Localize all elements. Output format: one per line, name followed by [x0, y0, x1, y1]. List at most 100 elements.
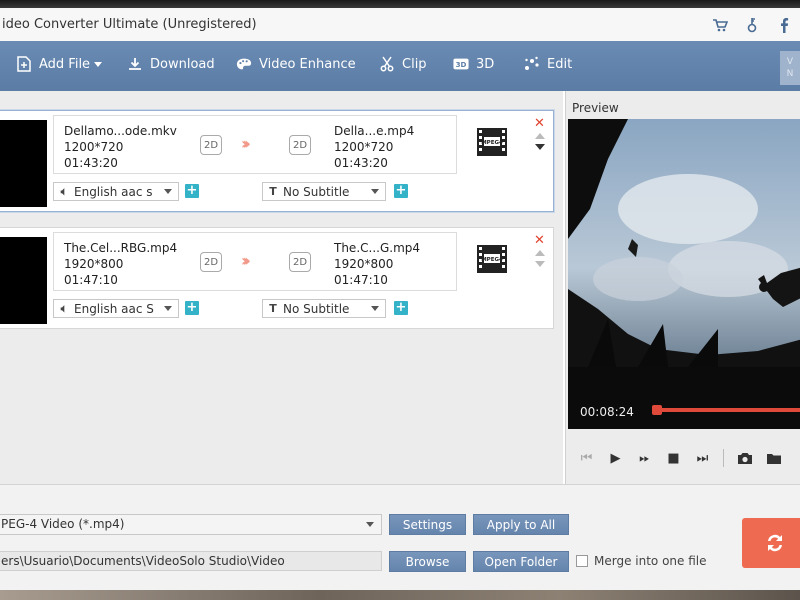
clip-button[interactable]: Clip: [379, 56, 427, 72]
preview-label: Preview: [572, 101, 619, 115]
chevron-down-icon: [371, 306, 379, 311]
audio-track-label: English aac s: [74, 184, 153, 199]
video-enhance-button[interactable]: Video Enhance: [236, 56, 356, 72]
title-bar-icons: [704, 16, 800, 34]
edit-label: Edit: [547, 56, 573, 72]
merge-checkbox[interactable]: [576, 555, 588, 567]
download-icon: [127, 56, 143, 72]
source-file-name: Dellamo...ode.mkv: [64, 124, 177, 138]
add-file-button[interactable]: Add File: [16, 56, 103, 72]
add-file-dropdown-icon[interactable]: [94, 61, 103, 67]
download-label: Download: [150, 56, 215, 72]
browse-button[interactable]: Browse: [389, 551, 466, 572]
move-down-icon[interactable]: [535, 144, 545, 150]
add-audio-button[interactable]: +: [185, 184, 199, 198]
source-2d-badge: 2D: [200, 135, 222, 155]
add-subtitle-button[interactable]: +: [394, 301, 408, 315]
add-audio-button[interactable]: +: [185, 301, 199, 315]
output-settings-bar: PEG-4 Video (*.mp4) Settings Apply to Al…: [0, 484, 800, 590]
speaker-icon: 🔈︎: [60, 184, 68, 198]
settings-button[interactable]: Settings: [389, 514, 466, 535]
scissors-icon: [379, 56, 395, 72]
seek-bar[interactable]: [654, 408, 800, 412]
app-window: ideo Converter Ultimate (Unregistered) A…: [0, 8, 800, 590]
mpeg4-film-icon[interactable]: MPEG4: [476, 126, 508, 158]
file-info-box: Dellamo...ode.mkv 1200*720 01:43:20 2D ›…: [53, 115, 457, 174]
target-2d-badge[interactable]: 2D: [289, 252, 311, 272]
3d-button[interactable]: 3D 3D: [453, 56, 494, 72]
target-resolution: 1920*800: [334, 257, 394, 271]
desktop-background-bottom: [0, 590, 800, 600]
open-folder-button[interactable]: Open Folder: [473, 551, 569, 572]
convert-button[interactable]: [742, 518, 800, 568]
mpeg4-film-icon[interactable]: MPEG4: [476, 243, 508, 275]
edit-button[interactable]: Edit: [524, 56, 572, 72]
target-file-name[interactable]: The.C...G.mp4: [334, 240, 420, 256]
seek-handle[interactable]: [652, 405, 662, 415]
download-button[interactable]: Download: [127, 56, 215, 72]
cart-icon[interactable]: [704, 16, 736, 34]
target-2d-badge[interactable]: 2D: [289, 135, 311, 155]
stop-icon[interactable]: ■: [659, 448, 688, 468]
source-resolution: 1200*720: [64, 140, 124, 154]
audio-track-dropdown[interactable]: 🔈︎ English aac S: [53, 299, 179, 318]
playback-controls: ⏮︎ ▶ ⏩︎ ■ ⏭︎: [566, 443, 800, 473]
subtitle-dropdown[interactable]: T No Subtitle: [262, 182, 386, 201]
move-down-icon[interactable]: [535, 261, 545, 267]
remove-file-icon[interactable]: ✕: [534, 116, 545, 131]
vip-badge[interactable]: V N: [780, 51, 800, 85]
file-item[interactable]: Dellamo...ode.mkv 1200*720 01:43:20 2D ›…: [0, 110, 554, 212]
main-toolbar: Add File Download Video Enhance Clip 3D: [0, 41, 800, 91]
video-thumbnail[interactable]: [0, 120, 47, 207]
destination-field[interactable]: ers\Usuario\Documents\VideoSolo Studio\V…: [0, 551, 382, 571]
file-item[interactable]: The.Cel...RBG.mp4 1920*800 01:47:10 2D ›…: [0, 227, 554, 329]
3d-label: 3D: [476, 56, 495, 72]
skip-forward-icon[interactable]: ⏭︎: [688, 448, 717, 468]
svg-text:MPEG4: MPEG4: [481, 257, 503, 263]
merge-label: Merge into one file: [594, 554, 707, 568]
source-duration: 01:47:10: [64, 273, 118, 287]
source-duration: 01:43:20: [64, 156, 118, 170]
snapshot-camera-icon[interactable]: [730, 448, 759, 468]
current-time: 00:08:24: [580, 405, 634, 419]
chevron-down-icon: [164, 189, 172, 194]
audio-track-dropdown[interactable]: 🔈︎ English aac s: [53, 182, 179, 201]
play-icon[interactable]: ▶: [601, 448, 630, 468]
clip-label: Clip: [402, 56, 427, 72]
preview-frame-image: [568, 119, 800, 429]
move-up-icon[interactable]: [535, 250, 545, 256]
key-icon[interactable]: [736, 16, 768, 34]
source-resolution: 1920*800: [64, 257, 124, 271]
video-thumbnail[interactable]: [0, 237, 47, 324]
target-duration: 01:43:20: [334, 156, 388, 170]
skip-back-icon[interactable]: ⏮︎: [572, 448, 601, 468]
open-folder-icon[interactable]: [759, 448, 788, 468]
video-enhance-label: Video Enhance: [259, 56, 356, 72]
target-duration: 01:47:10: [334, 273, 388, 287]
profile-select[interactable]: PEG-4 Video (*.mp4): [0, 514, 382, 535]
subtitle-dropdown[interactable]: T No Subtitle: [262, 299, 386, 318]
move-up-icon[interactable]: [535, 133, 545, 139]
file-list: Dellamo...ode.mkv 1200*720 01:43:20 2D ›…: [0, 91, 563, 484]
subtitle-label: No Subtitle: [283, 301, 350, 316]
source-2d-badge: 2D: [200, 252, 222, 272]
add-file-icon: [16, 56, 32, 72]
convert-arrows-icon: ›››: [241, 251, 251, 270]
title-bar: ideo Converter Ultimate (Unregistered): [0, 8, 800, 41]
text-t-icon: T: [269, 185, 277, 198]
svg-text:3D: 3D: [456, 60, 467, 69]
add-subtitle-button[interactable]: +: [394, 184, 408, 198]
chevron-down-icon: [371, 189, 379, 194]
video-preview[interactable]: 00:08:24: [568, 119, 800, 429]
controls-divider: [723, 449, 724, 467]
fast-forward-icon[interactable]: ⏩︎: [630, 448, 659, 468]
svg-text:MPEG4: MPEG4: [481, 140, 503, 146]
window-title: ideo Converter Ultimate (Unregistered): [2, 17, 257, 32]
target-file-name[interactable]: Della...e.mp4: [334, 123, 414, 139]
apply-to-all-button[interactable]: Apply to All: [473, 514, 569, 535]
target-resolution: 1200*720: [334, 140, 394, 154]
preview-panel: Preview 00:08:24 ⏮︎ ▶ ⏩︎ ■ ⏭︎: [565, 91, 800, 484]
remove-file-icon[interactable]: ✕: [534, 233, 545, 248]
facebook-icon[interactable]: [768, 16, 800, 34]
sparkle-edit-icon: [524, 56, 540, 72]
